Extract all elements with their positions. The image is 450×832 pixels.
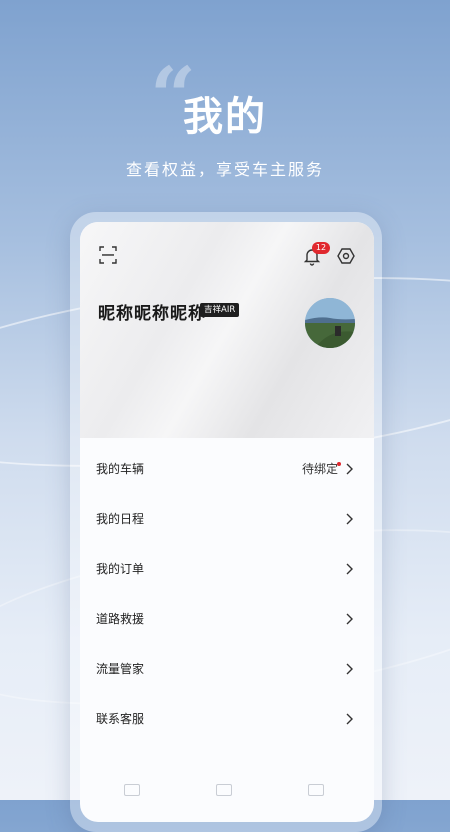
menu-item-label: 道路救援	[96, 612, 145, 626]
menu-item-label: 我的日程	[96, 512, 145, 526]
menu-item-label: 我的订单	[96, 562, 145, 576]
menu-item-my-vehicle[interactable]: 我的车辆 待绑定	[80, 444, 374, 494]
chevron-right-icon	[346, 563, 353, 575]
chevron-right-icon	[346, 663, 353, 675]
unread-dot	[337, 462, 341, 466]
avatar[interactable]	[305, 298, 355, 348]
menu-item-my-schedule[interactable]: 我的日程	[80, 494, 374, 544]
vehicle-tag: 吉祥AIR	[200, 303, 240, 317]
menu-item-label: 流量管家	[96, 662, 145, 676]
app-screen: 12 昵称昵称昵称 吉祥AIR 我的车辆 待绑定 我的日程 我的订单 道路救援 …	[80, 222, 374, 822]
chevron-right-icon	[346, 713, 353, 725]
menu-item-data-manager[interactable]: 流量管家	[80, 644, 374, 694]
chevron-right-icon	[346, 513, 353, 525]
menu-item-label: 联系客服	[96, 712, 145, 726]
chevron-right-icon	[346, 463, 353, 475]
menu-item-label: 我的车辆	[96, 462, 145, 476]
menu-item-customer-service[interactable]: 联系客服	[80, 694, 374, 744]
settings-icon[interactable]	[336, 246, 356, 266]
page-title: 我的	[183, 94, 267, 140]
tab-icon-partial[interactable]	[124, 784, 140, 796]
page-subtitle: 查看权益，享受车主服务	[125, 160, 324, 179]
scan-icon[interactable]	[98, 245, 118, 265]
tab-icon-partial[interactable]	[308, 784, 324, 796]
chevron-right-icon	[346, 613, 353, 625]
profile-header: 12 昵称昵称昵称 吉祥AIR	[80, 222, 374, 438]
tab-icon-partial[interactable]	[216, 784, 232, 796]
menu-item-my-orders[interactable]: 我的订单	[80, 544, 374, 594]
user-nickname[interactable]: 昵称昵称昵称	[98, 299, 206, 324]
notification-badge: 12	[312, 242, 330, 254]
menu-item-road-rescue[interactable]: 道路救援	[80, 594, 374, 644]
vehicle-binding-status: 待绑定	[301, 462, 338, 476]
